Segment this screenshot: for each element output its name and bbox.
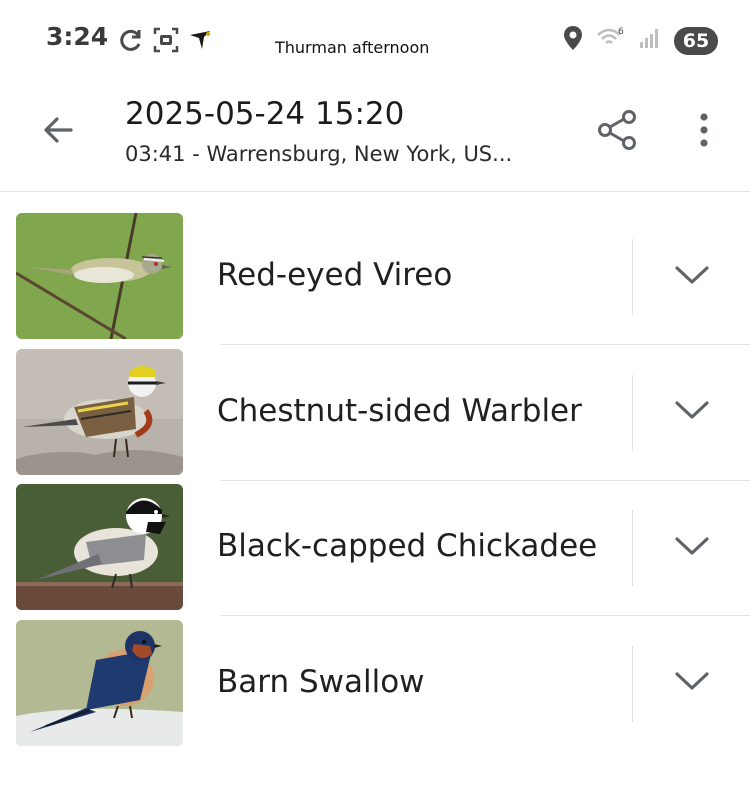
sync-icon [118, 27, 144, 53]
location-icon [562, 24, 584, 57]
species-list: Red-eyed Vireo Chestnut-sided Warbler Bl… [0, 213, 750, 755]
black-capped-chickadee-photo [16, 484, 183, 610]
bird-icon [188, 29, 214, 51]
red-eyed-vireo-photo [16, 213, 183, 339]
page-title: 2025-05-24 15:20 [125, 96, 405, 132]
species-name: Barn Swallow [217, 663, 425, 700]
row-divider [221, 344, 750, 345]
chevron-down-icon [674, 670, 710, 697]
share-button[interactable] [592, 106, 644, 158]
expand-button[interactable] [668, 389, 716, 437]
row-divider [632, 645, 633, 722]
arrow-back-icon [40, 112, 76, 153]
chevron-down-icon [674, 399, 710, 426]
expand-button[interactable] [668, 660, 716, 708]
screenshot-icon [152, 26, 180, 54]
row-divider [632, 239, 633, 315]
species-row[interactable]: Barn Swallow [0, 619, 750, 756]
svg-text:6: 6 [618, 27, 624, 37]
status-icons-right: 6 65 [562, 24, 718, 57]
battery-indicator: 65 [674, 26, 718, 55]
more-options-button[interactable] [684, 106, 724, 158]
row-divider [632, 510, 633, 586]
species-name: Chestnut-sided Warbler [217, 392, 582, 429]
back-button[interactable] [34, 108, 82, 156]
barn-swallow-photo [16, 619, 183, 746]
app-bar-titles: 2025-05-24 15:20 03:41 - Warrensburg, Ne… [125, 96, 565, 166]
species-name: Black-capped Chickadee [217, 528, 598, 564]
signal-icon [638, 26, 662, 55]
species-row[interactable]: Black-capped Chickadee [0, 484, 750, 620]
chevron-down-icon [674, 264, 710, 291]
status-note: Thurman afternoon [275, 38, 430, 57]
page-subtitle: 03:41 - Warrensburg, New York, US... [125, 142, 513, 166]
species-name: Red-eyed Vireo [217, 257, 453, 293]
row-divider [632, 374, 633, 451]
more-vert-icon [698, 112, 710, 153]
wifi-icon: 6 [596, 25, 626, 56]
status-bar: 3:24 Thurman afternoon 6 65 [0, 0, 750, 80]
species-row[interactable]: Red-eyed Vireo [0, 213, 750, 349]
status-icons-left [118, 26, 214, 54]
share-icon [596, 108, 640, 157]
row-divider [221, 615, 750, 616]
expand-button[interactable] [668, 253, 716, 301]
row-divider [221, 479, 750, 481]
chevron-down-icon [674, 535, 710, 562]
status-time: 3:24 [46, 22, 109, 51]
app-bar: 2025-05-24 15:20 03:41 - Warrensburg, Ne… [0, 80, 750, 192]
chestnut-sided-warbler-photo [16, 348, 183, 475]
expand-button[interactable] [668, 524, 716, 572]
species-row[interactable]: Chestnut-sided Warbler [0, 348, 750, 485]
